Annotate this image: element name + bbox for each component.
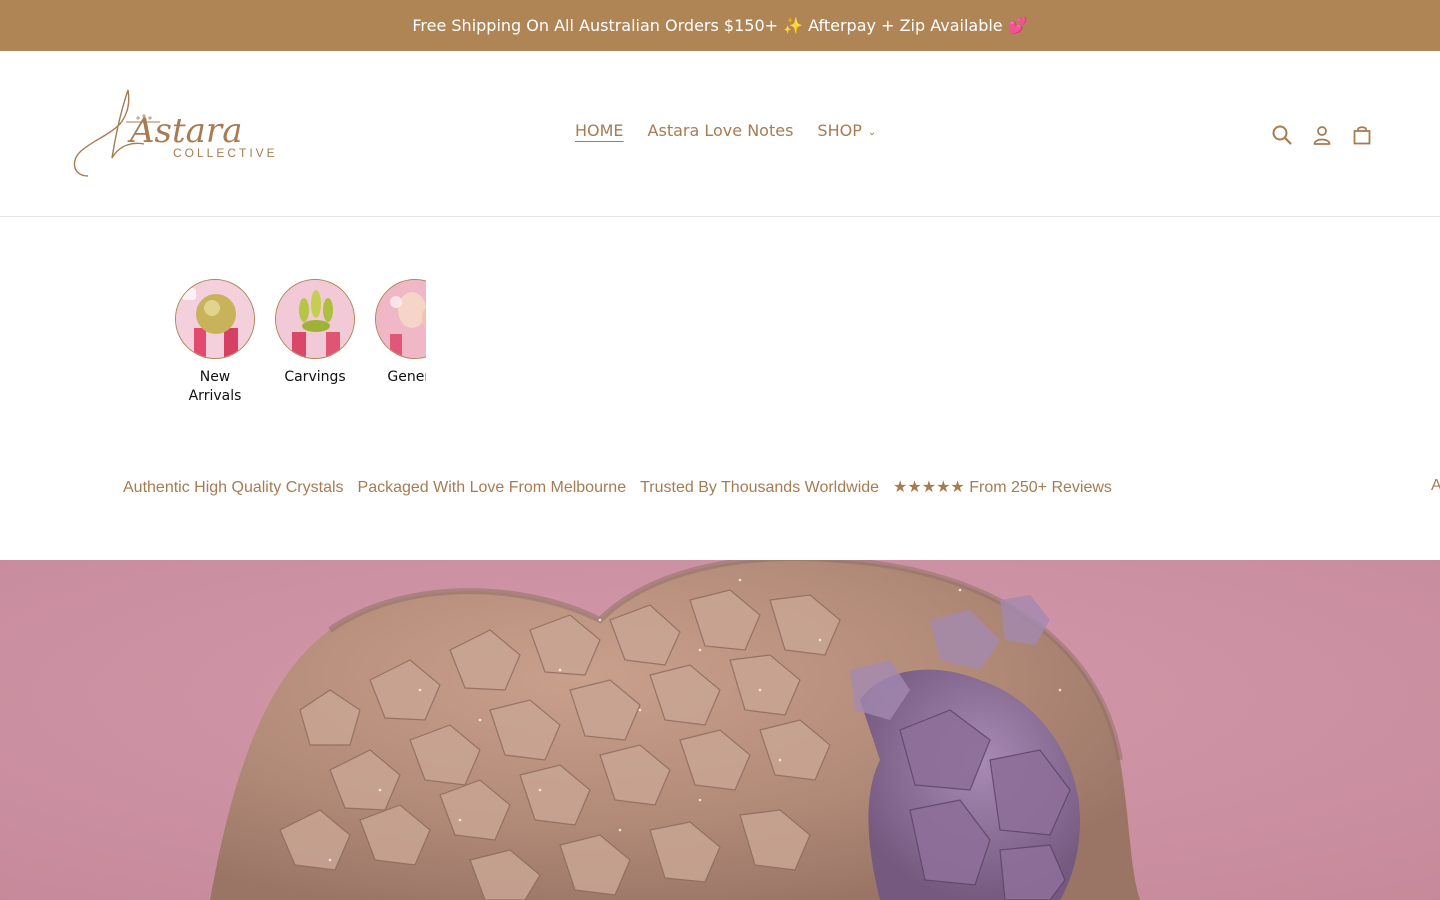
site-header: Astara COLLECTIVE HOME Astara Love Notes… xyxy=(0,51,1440,217)
header-icons xyxy=(1268,121,1376,149)
marquee-repeat-item: A xyxy=(1431,477,1440,494)
hero-crystal-heart-image xyxy=(0,560,1440,900)
logo-sub-text: COLLECTIVE xyxy=(173,146,278,160)
collection-carvings[interactable]: Carvings xyxy=(265,279,365,414)
marquee-item: ★★★★★ From 250+ Reviews xyxy=(893,479,1112,496)
account-icon[interactable] xyxy=(1308,121,1336,149)
collection-label-carvings: Carvings xyxy=(284,369,346,385)
collection-list: New Arrivals Carvings Gene xyxy=(165,279,426,414)
marquee-item: Packaged With Love From Melbourne xyxy=(357,479,627,496)
nav-love-notes[interactable]: Astara Love Notes xyxy=(648,121,794,140)
announcement-bar: Free Shipping On All Australian Orders $… xyxy=(0,0,1440,51)
nav-shop-label: SHOP xyxy=(817,121,862,140)
search-icon[interactable] xyxy=(1268,121,1296,149)
main-nav: HOME Astara Love Notes SHOP ⌄ xyxy=(575,121,900,140)
nav-home[interactable]: HOME xyxy=(575,121,624,140)
collection-image-general xyxy=(375,279,426,359)
announcement-text: Free Shipping On All Australian Orders $… xyxy=(412,16,1028,35)
marquee-item: Authentic High Quality Crystals xyxy=(123,479,344,496)
cart-icon[interactable] xyxy=(1348,121,1376,149)
collection-new-arrivals[interactable]: New Arrivals xyxy=(165,279,265,414)
nav-shop[interactable]: SHOP ⌄ xyxy=(817,121,876,140)
chevron-down-icon: ⌄ xyxy=(867,127,877,138)
brand-logo[interactable]: Astara COLLECTIVE xyxy=(68,84,290,182)
trust-marquee: Authentic High Quality Crystals Packaged … xyxy=(0,466,1440,506)
collection-general[interactable]: General xyxy=(365,279,426,414)
marquee-track: Authentic High Quality Crystals Packaged … xyxy=(123,477,1126,497)
nav-love-notes-label: Astara Love Notes xyxy=(647,121,794,140)
nav-home-label: HOME xyxy=(575,121,624,140)
hero-image[interactable] xyxy=(0,560,1440,900)
collection-image-carvings xyxy=(275,279,355,359)
collection-label-general: General xyxy=(387,369,426,385)
collection-image-new-arrivals xyxy=(175,279,255,359)
collection-label-new-arrivals: New Arrivals xyxy=(188,369,242,404)
logo-mark: Astara COLLECTIVE xyxy=(73,89,278,177)
marquee-item: Trusted By Thousands Worldwide xyxy=(640,479,880,496)
